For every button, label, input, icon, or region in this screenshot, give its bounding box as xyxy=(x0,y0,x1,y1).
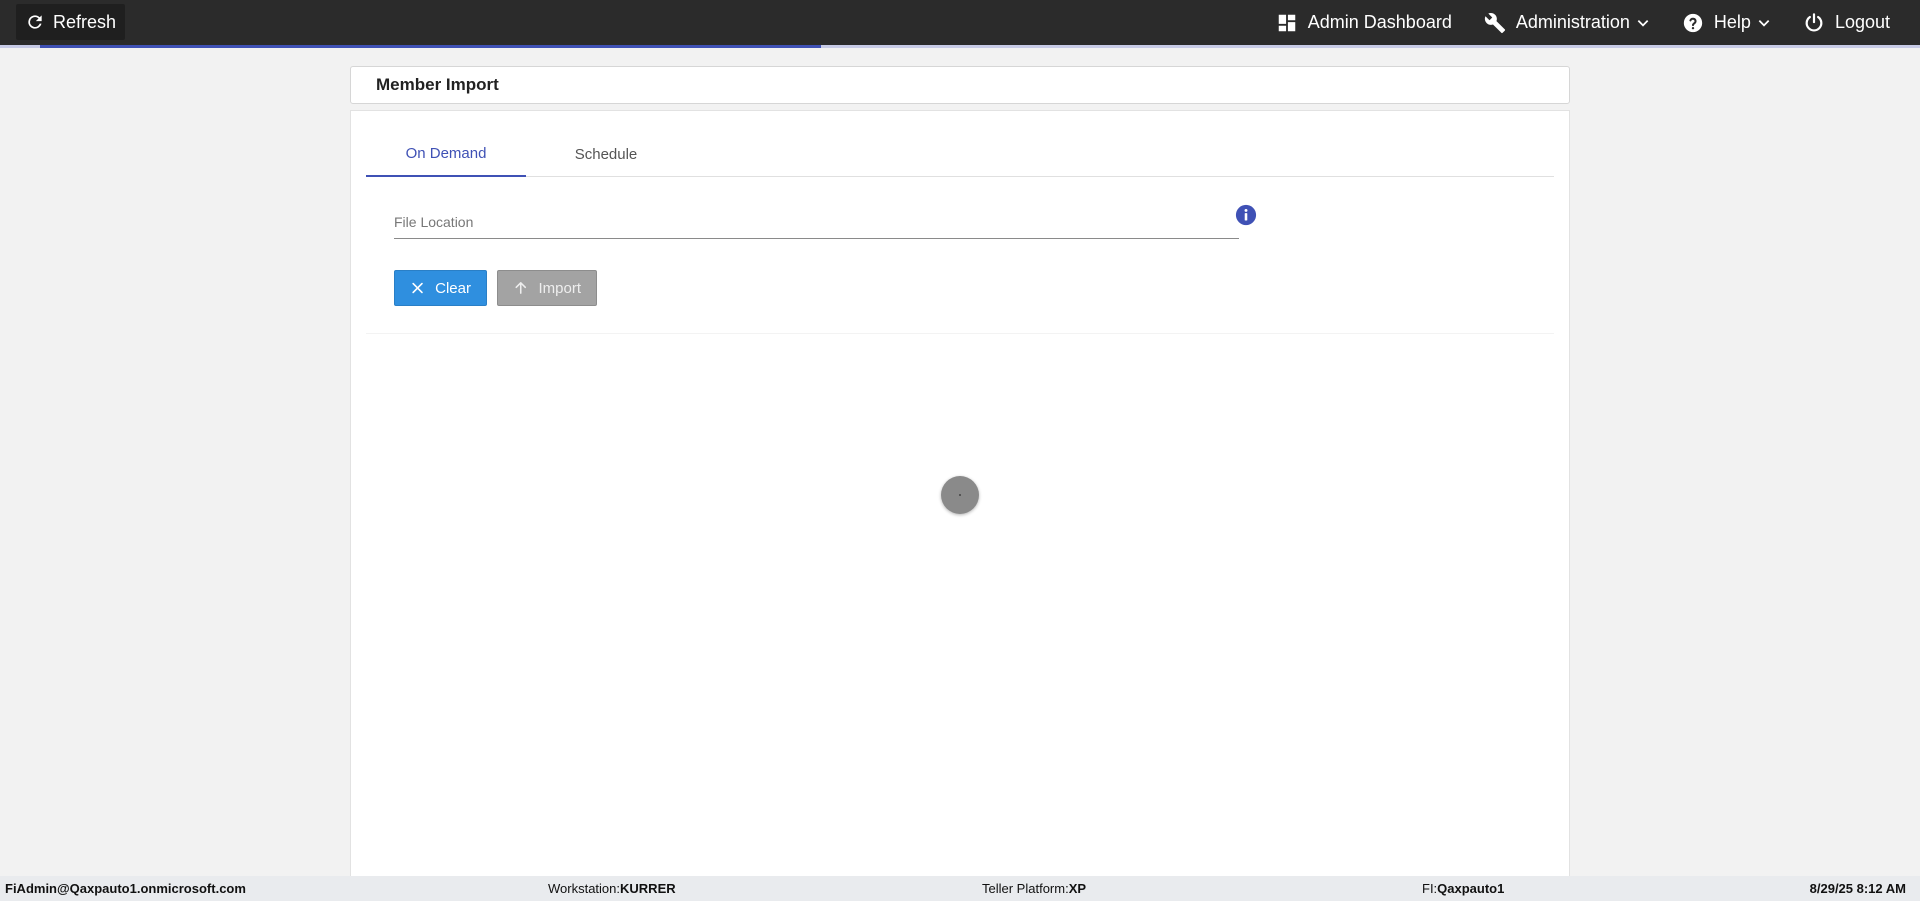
status-teller-platform: Teller Platform: XP xyxy=(982,876,1086,901)
clear-button[interactable]: Clear xyxy=(394,270,487,306)
administration-label: Administration xyxy=(1515,12,1630,32)
wrench-icon xyxy=(1484,12,1505,33)
clear-button-label: Clear xyxy=(435,279,471,297)
status-platform-label: Teller Platform: xyxy=(982,881,1069,896)
file-location-field xyxy=(394,207,1239,239)
close-icon xyxy=(412,282,423,294)
status-workstation-value: KURRER xyxy=(620,881,676,896)
page-title: Member Import xyxy=(376,75,499,94)
admin-dashboard-link[interactable]: Admin Dashboard xyxy=(1276,12,1452,34)
refresh-button[interactable]: Refresh xyxy=(16,4,126,40)
help-circle-icon xyxy=(1683,13,1703,32)
import-button[interactable]: Import xyxy=(497,270,597,306)
tab-on-demand[interactable]: On Demand xyxy=(366,131,526,177)
tab-schedule[interactable]: Schedule xyxy=(526,131,686,177)
action-buttons: Clear Import xyxy=(394,270,597,306)
status-platform-value: XP xyxy=(1068,881,1087,896)
dashboard-icon xyxy=(1278,14,1296,31)
file-location-input[interactable] xyxy=(394,207,1239,237)
status-datetime: 8/29/25 8:12 AM xyxy=(1810,876,1906,901)
top-nav-menu: Admin Dashboard Administration Help Logo… xyxy=(1276,0,1890,45)
status-fi: FI: Qaxpauto1 xyxy=(1422,876,1504,901)
logout-button[interactable]: Logout xyxy=(1803,12,1890,34)
status-bar: FiAdmin@Qaxpauto1.onmicrosoft.com Workst… xyxy=(0,876,1920,901)
status-user-value: FiAdmin@Qaxpauto1.onmicrosoft.com xyxy=(5,881,246,896)
admin-dashboard-label: Admin Dashboard xyxy=(1307,12,1452,32)
status-user: FiAdmin@Qaxpauto1.onmicrosoft.com xyxy=(5,876,246,901)
page-header: Member Import xyxy=(350,66,1570,104)
status-workstation: Workstation: KURRER xyxy=(548,876,676,901)
import-tabs: On Demand Schedule xyxy=(366,131,1554,177)
power-icon xyxy=(1805,12,1823,31)
info-icon[interactable] xyxy=(1235,204,1257,226)
status-workstation-label: Workstation: xyxy=(548,881,621,896)
chevron-down-icon xyxy=(1758,19,1770,27)
loading-progress-fill xyxy=(40,45,821,48)
help-menu[interactable]: Help xyxy=(1682,12,1771,34)
administration-menu[interactable]: Administration xyxy=(1484,12,1650,34)
help-label: Help xyxy=(1713,12,1751,32)
arrow-up-icon xyxy=(515,282,527,294)
status-fi-value: Qaxpauto1 xyxy=(1437,881,1505,896)
content-panel: On Demand Schedule Clear Import xyxy=(350,110,1570,876)
refresh-label: Refresh xyxy=(53,11,117,32)
import-button-label: Import xyxy=(538,279,581,297)
chevron-down-icon xyxy=(1637,19,1649,27)
section-divider xyxy=(366,333,1554,334)
loading-spinner xyxy=(941,476,979,514)
loading-progress-bar xyxy=(0,45,1920,48)
status-fi-label: FI: xyxy=(1422,881,1438,896)
top-navigation-bar: Refresh Admin Dashboard Administration H xyxy=(0,0,1920,45)
spinner-center-dot xyxy=(959,494,961,496)
refresh-icon xyxy=(28,15,42,29)
logout-label: Logout xyxy=(1834,12,1890,32)
status-datetime-value: 8/29/25 8:12 AM xyxy=(1809,881,1906,896)
